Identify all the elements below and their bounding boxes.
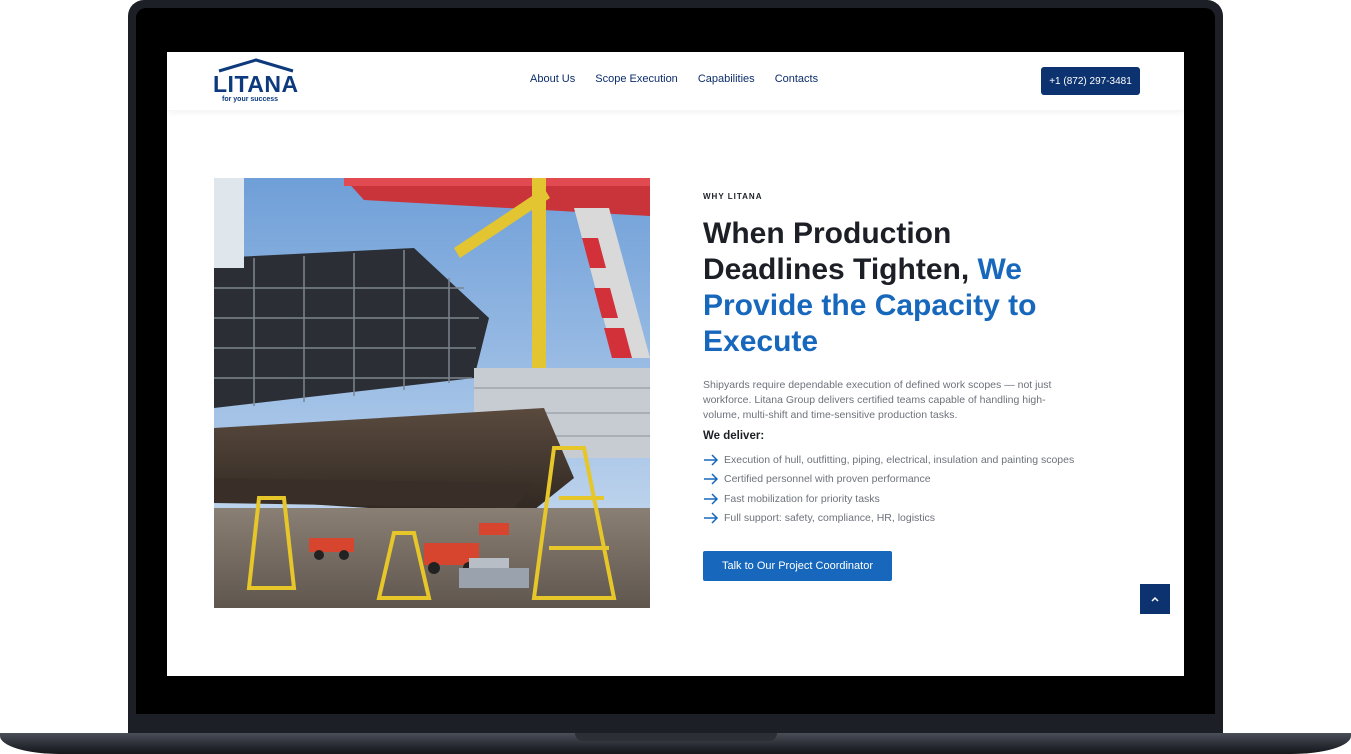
deliver-list: Execution of hull, outfitting, piping, e…	[703, 450, 1074, 528]
deliver-title: We deliver:	[703, 430, 765, 442]
nav-contacts[interactable]: Contacts	[775, 73, 818, 85]
list-item-text: Execution of hull, outfitting, piping, e…	[724, 453, 1075, 466]
arrow-right-icon	[704, 454, 719, 466]
brand-tagline: for your success	[222, 96, 279, 103]
list-item-text: Full support: safety, compliance, HR, lo…	[724, 512, 936, 525]
arrow-right-icon	[704, 493, 719, 505]
section-description: Shipyards require dependable execution o…	[703, 379, 1052, 421]
nav-scope-execution[interactable]: Scope Execution	[595, 73, 678, 85]
list-item: Fast mobilization for priority tasks	[703, 489, 1074, 509]
list-item: Full support: safety, compliance, HR, lo…	[703, 509, 1074, 529]
arrow-right-icon	[704, 473, 719, 485]
scroll-to-top-button[interactable]	[1140, 584, 1170, 614]
list-item-text: Fast mobilization for priority tasks	[724, 492, 880, 505]
laptop-notch	[575, 733, 777, 741]
list-item-text: Certified personnel with proven performa…	[724, 473, 931, 486]
project-coordinator-button[interactable]: Talk to Our Project Coordinator	[703, 551, 892, 581]
nav-about-us[interactable]: About Us	[530, 73, 575, 85]
brand-logo[interactable]: LITANA for your success	[213, 57, 299, 107]
list-item: Execution of hull, outfitting, piping, e…	[703, 450, 1074, 470]
nav-capabilities[interactable]: Capabilities	[698, 73, 755, 85]
section-headline: When Production Deadlines Tighten, We Pr…	[703, 216, 1083, 360]
chevron-up-icon	[1151, 596, 1159, 602]
shipyard-photo	[214, 178, 650, 608]
main-nav: About Us Scope Execution Capabilities Co…	[530, 73, 818, 85]
brand-name: LITANA	[213, 71, 299, 97]
site-header: LITANA for your success About Us Scope E…	[167, 52, 1184, 110]
list-item: Certified personnel with proven performa…	[703, 470, 1074, 490]
arrow-right-icon	[704, 512, 719, 524]
section-eyebrow: WHY LITANA	[703, 192, 763, 201]
web-page: LITANA for your success About Us Scope E…	[167, 52, 1184, 676]
headline-dark-text: When Production Deadlines Tighten,	[703, 217, 978, 286]
phone-button[interactable]: +1 (872) 297-3481	[1041, 67, 1140, 95]
